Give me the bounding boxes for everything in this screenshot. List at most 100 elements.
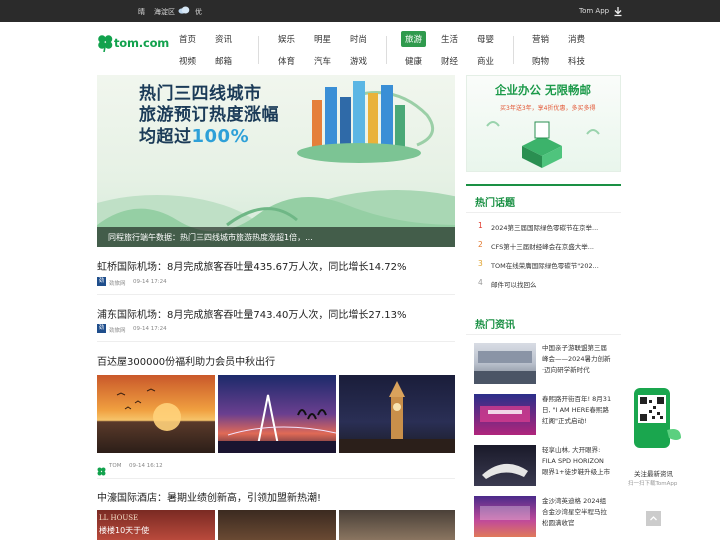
- ad-illustration: [486, 121, 600, 168]
- nav-consumer[interactable]: 消费: [568, 33, 585, 45]
- nav-entertainment[interactable]: 娱乐: [278, 33, 295, 45]
- weather-text: 晴: [138, 8, 145, 16]
- nav-fashion[interactable]: 时尚: [350, 33, 367, 45]
- news-title-1[interactable]: 虹桥国际机场：8月完成旅客吞吐量435.67万人次，同比增长14.72%: [97, 258, 406, 273]
- clock-tower-photo[interactable]: [339, 375, 455, 453]
- tom-source-icon: [97, 461, 106, 476]
- nav-health[interactable]: 健康: [405, 55, 422, 67]
- mail-ad-banner[interactable]: 企业办公 无限畅邮 买3年送3年，享4折优惠，多买多得: [466, 75, 621, 172]
- news-title-2[interactable]: 浦东国际机场：8月完成旅客吞吐量743.40万人次，同比增长27.13%: [97, 306, 406, 321]
- download-icon[interactable]: [612, 5, 624, 17]
- hot-topic-1[interactable]: 2024第三届国际绿色零碳节在京举...: [491, 222, 598, 232]
- nav-travel[interactable]: 旅游: [401, 31, 427, 47]
- news-time-3: 09-14 16:12: [129, 463, 163, 469]
- source-icon: 劲: [97, 324, 106, 333]
- top-bar: 晴 海淀区 优 Tom App: [0, 0, 720, 22]
- hotel-sign-subtext: 楼楼10天于使: [99, 526, 150, 535]
- news-time-2: 09-14 17:24: [133, 326, 167, 332]
- news-title-4[interactable]: 中濠国际酒店：暑期业绩创新高，引领加盟新热潮!: [97, 489, 321, 504]
- divider: [97, 341, 455, 342]
- hotel-photo-2[interactable]: [218, 510, 336, 540]
- hot-topic-2[interactable]: CFS第十三届财经峰会在京盛大举...: [491, 241, 594, 251]
- nav-divider: [513, 36, 514, 64]
- hot-news-thumb-2[interactable]: [474, 394, 536, 435]
- nav-games[interactable]: 游戏: [350, 55, 367, 67]
- nav-tech[interactable]: 科技: [568, 55, 585, 67]
- source-icon: 劲: [97, 277, 106, 286]
- rank-number: 2: [478, 240, 483, 249]
- logo-text: tom.com: [114, 36, 170, 50]
- divider: [97, 294, 455, 295]
- nav-life[interactable]: 生活: [441, 33, 458, 45]
- thumb-3-art: [482, 463, 528, 479]
- hero-line-2: 旅游预订热度涨幅: [139, 105, 279, 125]
- clover-icon: [98, 35, 113, 52]
- news-source-1: 劲旅网: [109, 281, 126, 287]
- hot-news-heading: 热门资讯: [475, 320, 515, 331]
- nav-finance[interactable]: 财经: [441, 55, 458, 67]
- news-source-3: TOM: [109, 463, 122, 469]
- sunset-photo-art: [116, 388, 181, 431]
- hot-news-title-3[interactable]: 轻享山林, 大开眼界: FILA SPD HORIZON 眼界1+徒步鞋升级上市: [542, 445, 612, 478]
- news-source-2: 劲旅网: [109, 328, 126, 334]
- hot-news-title-1[interactable]: 中国亲子游联盟第三届峰会——2024暑力创新·迈向研学新时代: [542, 343, 612, 376]
- hotel-photo-3[interactable]: [339, 510, 455, 540]
- tom-app-link[interactable]: Tom App: [579, 7, 609, 15]
- hero-banner[interactable]: 热门三四线城市 旅游预订热度涨幅 均超过100% 同程旅行端午数据：热门三四线城…: [97, 75, 455, 247]
- nav-divider: [386, 36, 387, 64]
- divider: [97, 478, 455, 479]
- divider: [466, 212, 621, 213]
- nav-sports[interactable]: 体育: [278, 55, 295, 67]
- section-rule: [466, 184, 621, 186]
- hero-caption-bar[interactable]: 同程旅行端午数据：热门三四线城市旅游热度涨超1倍，...: [97, 227, 455, 247]
- hotel-photo-1[interactable]: LL HOUSE 楼楼10天于使: [97, 510, 215, 540]
- hot-topic-3[interactable]: TOM在线荣膺国际绿色零碳节"202...: [491, 260, 599, 270]
- hero-percent: 100%: [191, 126, 250, 147]
- follow-subcaption: 扫一扫下载TomApp: [628, 481, 678, 487]
- rank-number: 1: [478, 221, 483, 230]
- app-qr-widget[interactable]: [633, 388, 683, 450]
- hot-news-title-2[interactable]: 春熙路开街百年! 8月31日, "I AM HERE春熙路红阁"正式启动!: [542, 394, 612, 427]
- cloud-icon: [178, 6, 190, 14]
- sunset-photo[interactable]: [97, 375, 215, 453]
- bridge-photo-art: [218, 394, 336, 453]
- hot-topic-4[interactable]: 邮件可以找回么: [491, 279, 537, 289]
- bridge-photo[interactable]: [218, 375, 336, 453]
- rank-number: 3: [478, 259, 483, 268]
- hero-headline: 热门三四线城市 旅游预订热度涨幅 均超过100%: [139, 84, 279, 148]
- nav-stars[interactable]: 明星: [314, 33, 331, 45]
- nav-marketing[interactable]: 营销: [532, 33, 549, 45]
- back-to-top-button[interactable]: [646, 511, 661, 526]
- hero-line-3: 均超过100%: [139, 126, 279, 148]
- nav-news[interactable]: 资讯: [215, 33, 232, 45]
- hot-news-thumb-4[interactable]: [474, 496, 536, 537]
- district-link[interactable]: 海淀区: [154, 7, 175, 17]
- tom-logo[interactable]: tom.com: [97, 33, 171, 55]
- rank-number: 4: [478, 278, 483, 287]
- nav-parenting[interactable]: 母婴: [477, 33, 494, 45]
- qr-code-icon: [634, 388, 681, 448]
- hero-caption[interactable]: 同程旅行端午数据：热门三四线城市旅游热度涨超1倍，...: [108, 232, 313, 243]
- hot-news-thumb-1[interactable]: [474, 343, 536, 384]
- thumb-2-art: [480, 406, 530, 422]
- nav-video[interactable]: 视频: [179, 55, 196, 67]
- hotel-sign-text: LL HOUSE: [99, 514, 139, 522]
- chevron-up-icon: [650, 516, 657, 521]
- nav-business[interactable]: 商业: [477, 55, 494, 67]
- divider: [466, 334, 621, 335]
- thumb-4-art: [480, 506, 530, 520]
- hot-news-title-4[interactable]: 金沙湾英迪格 2024组合金沙湾星空半程马拉松圆满收官: [542, 496, 612, 529]
- hero-line-3-text: 均超过: [139, 127, 192, 147]
- nav-shopping[interactable]: 购物: [532, 55, 549, 67]
- air-quality: 优: [195, 8, 202, 16]
- nav-auto[interactable]: 汽车: [314, 55, 331, 67]
- hot-topics-heading: 热门话题: [475, 198, 515, 209]
- thumb-1-art: [474, 351, 536, 384]
- nav-home[interactable]: 首页: [179, 33, 196, 45]
- hero-line-1: 热门三四线城市: [139, 84, 262, 104]
- nav-mail[interactable]: 邮箱: [215, 55, 232, 67]
- news-title-3[interactable]: 百达屋300000份福利助力会员中秋出行: [97, 353, 275, 368]
- nav-divider: [258, 36, 259, 64]
- hot-news-thumb-3[interactable]: [474, 445, 536, 486]
- clock-tower-photo-art: [339, 381, 455, 453]
